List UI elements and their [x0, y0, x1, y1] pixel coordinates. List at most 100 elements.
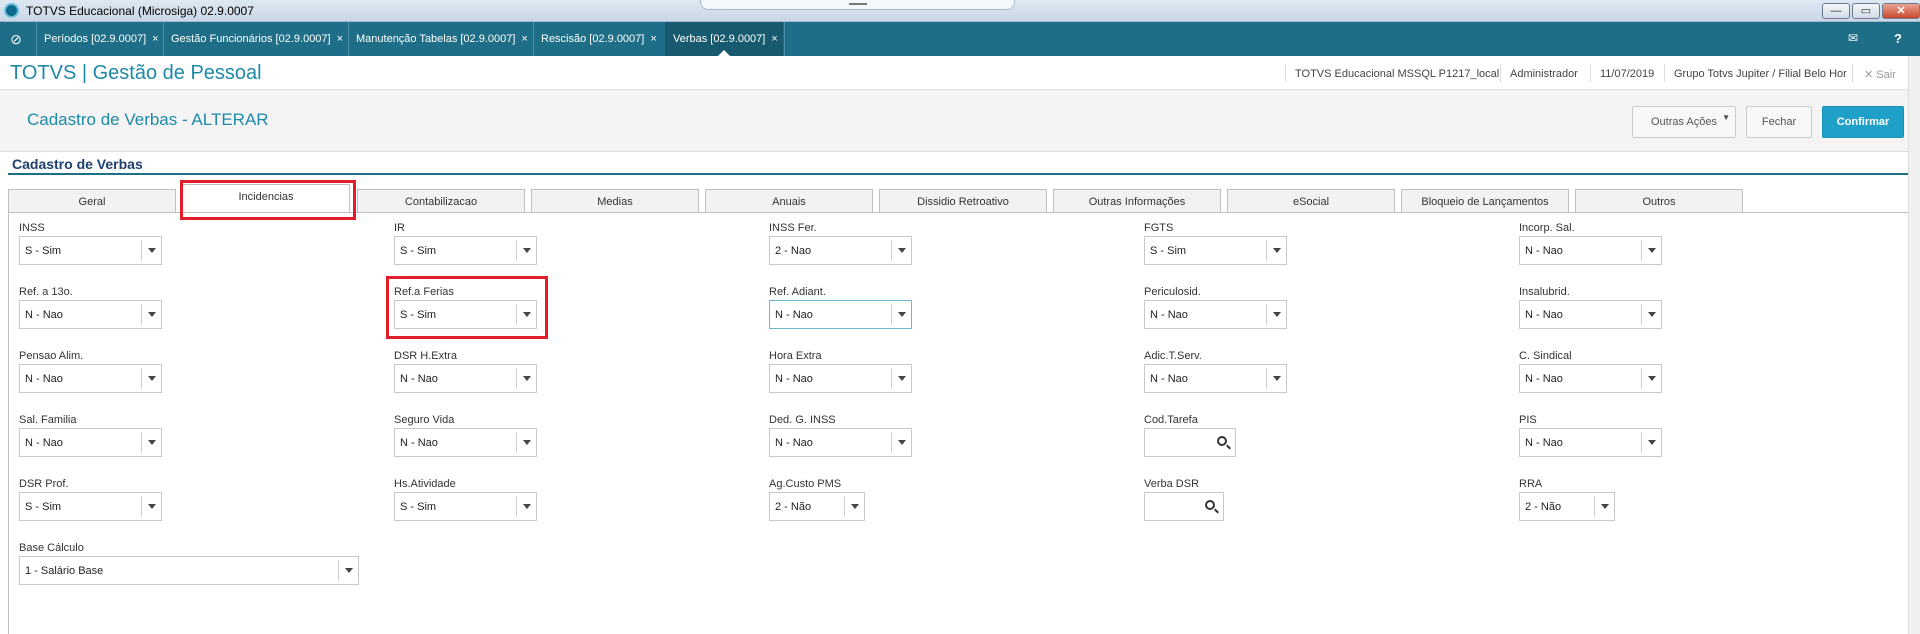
minimize-button[interactable]: —: [1822, 3, 1850, 19]
folder-tab-medias[interactable]: Medias: [531, 189, 699, 213]
verba-dsr-label: Verba DSR: [1144, 478, 1200, 490]
dropdown-arrow-icon[interactable]: [1594, 496, 1614, 517]
tab-periodos[interactable]: Períodos [02.9.0007] ×: [36, 22, 162, 56]
inss-fer-select[interactable]: 2 - Nao: [769, 236, 912, 265]
inss-select[interactable]: S - Sim: [19, 236, 162, 265]
pis-select[interactable]: N - Nao: [1519, 428, 1662, 457]
pis-label: PIS: [1519, 414, 1537, 426]
ir-label: IR: [394, 222, 405, 234]
help-icon[interactable]: ?: [1894, 31, 1902, 46]
mail-icon[interactable]: ✉: [1848, 31, 1858, 45]
c-sindical-select[interactable]: N - Nao: [1519, 364, 1662, 393]
folder-tab-dissidio-retroativo[interactable]: Dissidio Retroativo: [879, 189, 1047, 213]
exit-link[interactable]: ✕ Sair: [1864, 68, 1896, 81]
dropdown-arrow-icon[interactable]: [1266, 240, 1286, 261]
close-tab-icon[interactable]: ×: [337, 33, 343, 45]
home-menu-icon[interactable]: ⊘: [6, 30, 26, 48]
dropdown-arrow-icon[interactable]: [1266, 368, 1286, 389]
tab-verbas[interactable]: Verbas [02.9.0007] ×: [665, 22, 783, 56]
hora-extra-select[interactable]: N - Nao: [769, 364, 912, 393]
close-tab-icon[interactable]: ×: [771, 33, 777, 45]
app-header: TOTVS | Gestão de Pessoal TOTVS Educacio…: [0, 56, 1920, 90]
adic-tserv-select[interactable]: N - Nao: [1144, 364, 1287, 393]
tab-gestao-funcionarios[interactable]: Gestão Funcionários [02.9.0007] ×: [163, 22, 347, 56]
dropdown-arrow-icon[interactable]: [891, 304, 911, 325]
tab-rescisao[interactable]: Rescisão [02.9.0007] ×: [533, 22, 665, 56]
inss-label: INSS: [19, 222, 45, 234]
dropdown-arrow-icon[interactable]: [891, 240, 911, 261]
periculosid-select[interactable]: N - Nao: [1144, 300, 1287, 329]
rra-label: RRA: [1519, 478, 1543, 490]
pensao-alim-select[interactable]: N - Nao: [19, 364, 162, 393]
totvs-app-icon: [4, 3, 19, 18]
fechar-button[interactable]: Fechar: [1746, 106, 1812, 138]
folder-tab-geral[interactable]: Geral: [8, 189, 176, 213]
dropdown-arrow-icon[interactable]: [141, 304, 161, 325]
incorp-sal-select[interactable]: N - Nao: [1519, 236, 1662, 265]
section-title: Cadastro de Verbas: [12, 156, 143, 172]
vertical-scrollbar[interactable]: [1908, 56, 1920, 634]
adic-tserv-label: Adic.T.Serv.: [1144, 350, 1202, 362]
close-tab-icon[interactable]: ×: [152, 33, 158, 45]
dropdown-arrow-icon[interactable]: [516, 240, 536, 261]
close-tab-icon[interactable]: ×: [521, 33, 527, 45]
dropdown-arrow-icon[interactable]: [141, 496, 161, 517]
ir-select[interactable]: S - Sim: [394, 236, 537, 265]
folder-tab-contabilizacao[interactable]: Contabilizacao: [357, 189, 525, 213]
date-info: 11/07/2019: [1600, 68, 1655, 80]
dropdown-arrow-icon[interactable]: [891, 368, 911, 389]
user-info: Administrador: [1510, 68, 1578, 80]
ref-13-select[interactable]: N - Nao: [19, 300, 162, 329]
dropdown-arrow-icon[interactable]: [516, 496, 536, 517]
fgts-select[interactable]: S - Sim: [1144, 236, 1287, 265]
dsr-prof-select[interactable]: S - Sim: [19, 492, 162, 521]
dsr-hextra-select[interactable]: N - Nao: [394, 364, 537, 393]
dropdown-arrow-icon[interactable]: [1641, 432, 1661, 453]
ref-adiant-label: Ref. Adiant.: [769, 286, 826, 298]
search-icon[interactable]: [1217, 436, 1227, 446]
cod-tarefa-input[interactable]: [1144, 428, 1236, 457]
folder-tab-outros[interactable]: Outros: [1575, 189, 1743, 213]
ref-adiant-select[interactable]: N - Nao: [769, 300, 912, 329]
maximize-button[interactable]: ▭: [1852, 3, 1880, 19]
folder-tab-outras-informacoes[interactable]: Outras Informações: [1053, 189, 1221, 213]
confirmar-button[interactable]: Confirmar: [1822, 106, 1904, 138]
insalubrid-select[interactable]: N - Nao: [1519, 300, 1662, 329]
ded-g-inss-select[interactable]: N - Nao: [769, 428, 912, 457]
titlebar-grip[interactable]: [700, 0, 1015, 10]
hora-extra-label: Hora Extra: [769, 350, 822, 362]
dropdown-arrow-icon[interactable]: [844, 496, 864, 517]
sal-familia-select[interactable]: N - Nao: [19, 428, 162, 457]
base-calculo-select[interactable]: 1 - Salário Base: [19, 556, 359, 585]
module-tab-bar: ⊘ Períodos [02.9.0007] × Gestão Funcionár…: [0, 22, 1920, 56]
dropdown-arrow-icon[interactable]: [1641, 240, 1661, 261]
folder-tab-esocial[interactable]: eSocial: [1227, 189, 1395, 213]
outras-acoes-button[interactable]: Outras Ações ▼: [1632, 106, 1736, 138]
dsr-prof-label: DSR Prof.: [19, 478, 69, 490]
tab-manutencao-tabelas[interactable]: Manutenção Tabelas [02.9.0007] ×: [348, 22, 532, 56]
hs-atividade-select[interactable]: S - Sim: [394, 492, 537, 521]
highlight-ref-ferias: [386, 276, 548, 339]
folder-tab-bloqueio-lancamentos[interactable]: Bloqueio de Lançamentos: [1401, 189, 1569, 213]
seguro-vida-select[interactable]: N - Nao: [394, 428, 537, 457]
dropdown-arrow-icon[interactable]: [891, 432, 911, 453]
close-tab-icon[interactable]: ×: [650, 33, 656, 45]
incorp-sal-label: Incorp. Sal.: [1519, 222, 1575, 234]
dropdown-arrow-icon[interactable]: [141, 368, 161, 389]
dropdown-arrow-icon[interactable]: [141, 240, 161, 261]
close-window-button[interactable]: ✕: [1882, 3, 1920, 19]
rra-select[interactable]: 2 - Não: [1519, 492, 1615, 521]
dropdown-arrow-icon[interactable]: [1641, 368, 1661, 389]
search-icon[interactable]: [1205, 500, 1215, 510]
dropdown-arrow-icon[interactable]: [516, 368, 536, 389]
brand-title: TOTVS | Gestão de Pessoal: [10, 62, 262, 84]
ag-custo-pms-select[interactable]: 2 - Não: [769, 492, 865, 521]
folder-tab-anuais[interactable]: Anuais: [705, 189, 873, 213]
dropdown-arrow-icon[interactable]: [338, 560, 358, 581]
dropdown-arrow-icon[interactable]: [1266, 304, 1286, 325]
dropdown-arrow-icon[interactable]: [1641, 304, 1661, 325]
ag-custo-pms-label: Ag.Custo PMS: [769, 478, 842, 490]
verba-dsr-input[interactable]: [1144, 492, 1224, 521]
dropdown-arrow-icon[interactable]: [516, 432, 536, 453]
dropdown-arrow-icon[interactable]: [141, 432, 161, 453]
